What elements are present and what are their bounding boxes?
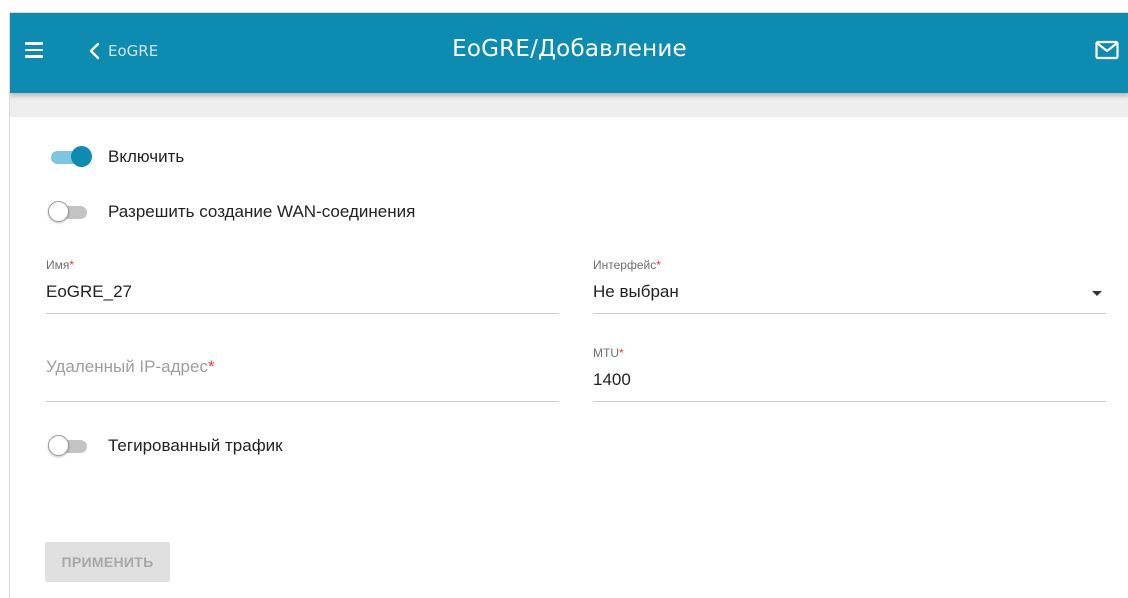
enable-toggle[interactable]: [47, 146, 93, 168]
remote-ip-placeholder[interactable]: Удаленный IP-адрес*: [46, 357, 559, 377]
wan-toggle[interactable]: [47, 201, 93, 223]
mtu-field-label: MTU*: [593, 346, 624, 360]
interface-select-underline: [593, 313, 1106, 314]
top-bar: EoGRE EoGRE/Добавление: [10, 13, 1128, 93]
apply-button[interactable]: ПРИМЕНИТЬ: [45, 542, 170, 582]
enable-toggle-row[interactable]: Включить: [47, 146, 184, 168]
app-window: EoGRE EoGRE/Добавление Включить Разрешит…: [9, 12, 1128, 598]
wan-toggle-label: Разрешить создание WAN-соединения: [108, 202, 416, 221]
name-field[interactable]: Имя* EoGRE_27: [46, 258, 559, 314]
remote-ip-underline: [46, 401, 559, 402]
mtu-field[interactable]: MTU* 1400: [593, 346, 1106, 402]
remote-ip-field[interactable]: Удаленный IP-адрес*: [46, 357, 559, 402]
header-divider-band: [10, 93, 1128, 117]
wan-toggle-row[interactable]: Разрешить создание WAN-соединения: [47, 201, 415, 223]
tagged-toggle-label: Тегированный трафик: [108, 436, 283, 455]
enable-toggle-label: Включить: [108, 147, 185, 166]
tagged-toggle[interactable]: [47, 435, 93, 457]
interface-select-label: Интерфейс*: [593, 258, 661, 272]
interface-select-value[interactable]: Не выбран: [593, 282, 1106, 304]
name-field-underline: [46, 313, 559, 314]
envelope-icon[interactable]: [1095, 40, 1119, 60]
dropdown-arrow-icon[interactable]: [1092, 291, 1102, 296]
name-field-label: Имя*: [46, 258, 75, 272]
tagged-toggle-row[interactable]: Тегированный трафик: [47, 435, 283, 457]
form-content: Включить Разрешить создание WAN-соединен…: [10, 117, 1128, 598]
mtu-field-value[interactable]: 1400: [593, 370, 1106, 392]
interface-select[interactable]: Интерфейс* Не выбран: [593, 258, 1106, 314]
page-title: EoGRE/Добавление: [452, 36, 687, 62]
name-field-value[interactable]: EoGRE_27: [46, 282, 559, 304]
mtu-field-underline: [593, 401, 1106, 402]
